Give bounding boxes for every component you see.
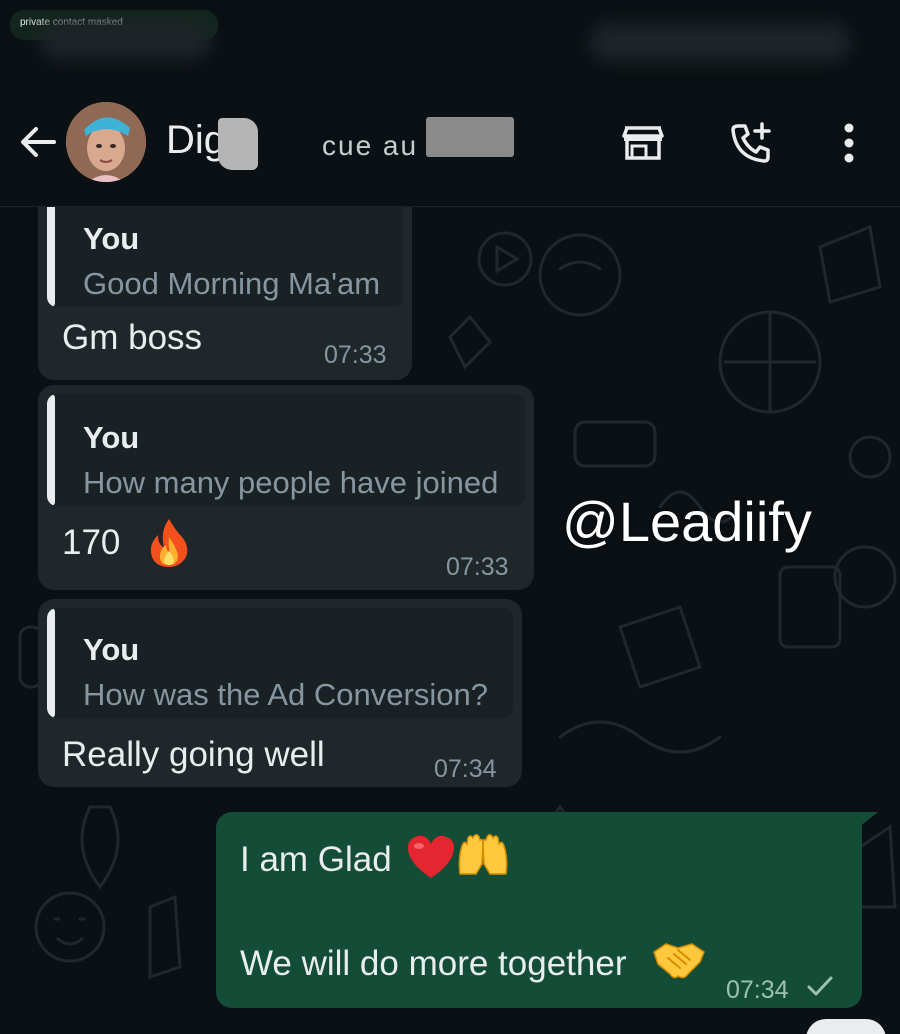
incoming-message-bubble[interactable]: You How many people have joined 170 07:3… [38, 385, 534, 590]
raising-hands-emoji [458, 834, 508, 875]
outgoing-message-bubble[interactable]: I am Glad We will do more together 07:34 [216, 812, 862, 1008]
blurred-status-left [40, 20, 210, 60]
chat-area[interactable]: You Good Morning Ma'am Gm boss 07:33 You… [0, 207, 900, 1034]
message-time: 07:34 [434, 755, 497, 783]
red-heart-emoji [407, 835, 455, 878]
quote-accent-bar [47, 608, 55, 718]
message-text: Really going well [62, 735, 325, 774]
more-vert-icon[interactable] [826, 120, 872, 166]
redaction-mark [426, 117, 514, 157]
back-arrow-icon[interactable] [16, 120, 60, 164]
fire-emoji [150, 519, 188, 567]
quote-author: You [83, 632, 140, 667]
message-text: 170 [62, 523, 121, 562]
incoming-message-bubble[interactable]: You How was the Ad Conversion? Really go… [38, 599, 522, 787]
quoted-message[interactable]: You How many people have joined [47, 394, 525, 506]
quote-text: How was the Ad Conversion? [83, 677, 488, 712]
watermark-text: @Leadiify [562, 490, 812, 553]
scroll-fab-edge[interactable] [806, 1019, 886, 1034]
incoming-message-bubble[interactable]: You Good Morning Ma'am Gm boss 07:33 [38, 207, 412, 380]
add-call-icon[interactable] [728, 120, 774, 166]
quote-author: You [83, 221, 140, 256]
store-icon[interactable] [620, 120, 666, 166]
message-time: 07:34 [726, 976, 789, 1004]
quote-text: How many people have joined [83, 465, 499, 500]
message-time: 07:33 [324, 341, 387, 369]
status-bar: private contact masked [0, 0, 900, 90]
redaction-mark [218, 118, 258, 170]
redacted-name-fragment: cue au [322, 130, 419, 161]
quote-accent-bar [47, 394, 55, 506]
quote-text: Good Morning Ma'am [83, 266, 381, 301]
handshake-emoji [653, 943, 705, 979]
avatar[interactable] [66, 102, 146, 182]
bubble-tail [850, 812, 878, 834]
sent-check-icon [807, 976, 833, 996]
blurred-status-right [590, 22, 850, 62]
quoted-message[interactable]: You Good Morning Ma'am [47, 207, 403, 307]
quote-accent-bar [47, 207, 55, 307]
message-text-line2: We will do more together [240, 944, 627, 983]
message-text: Gm boss [62, 318, 203, 357]
message-text-line1: I am Glad [240, 840, 392, 879]
quoted-message[interactable]: You How was the Ad Conversion? [47, 608, 513, 718]
message-time: 07:33 [446, 553, 509, 581]
quote-author: You [83, 420, 140, 455]
